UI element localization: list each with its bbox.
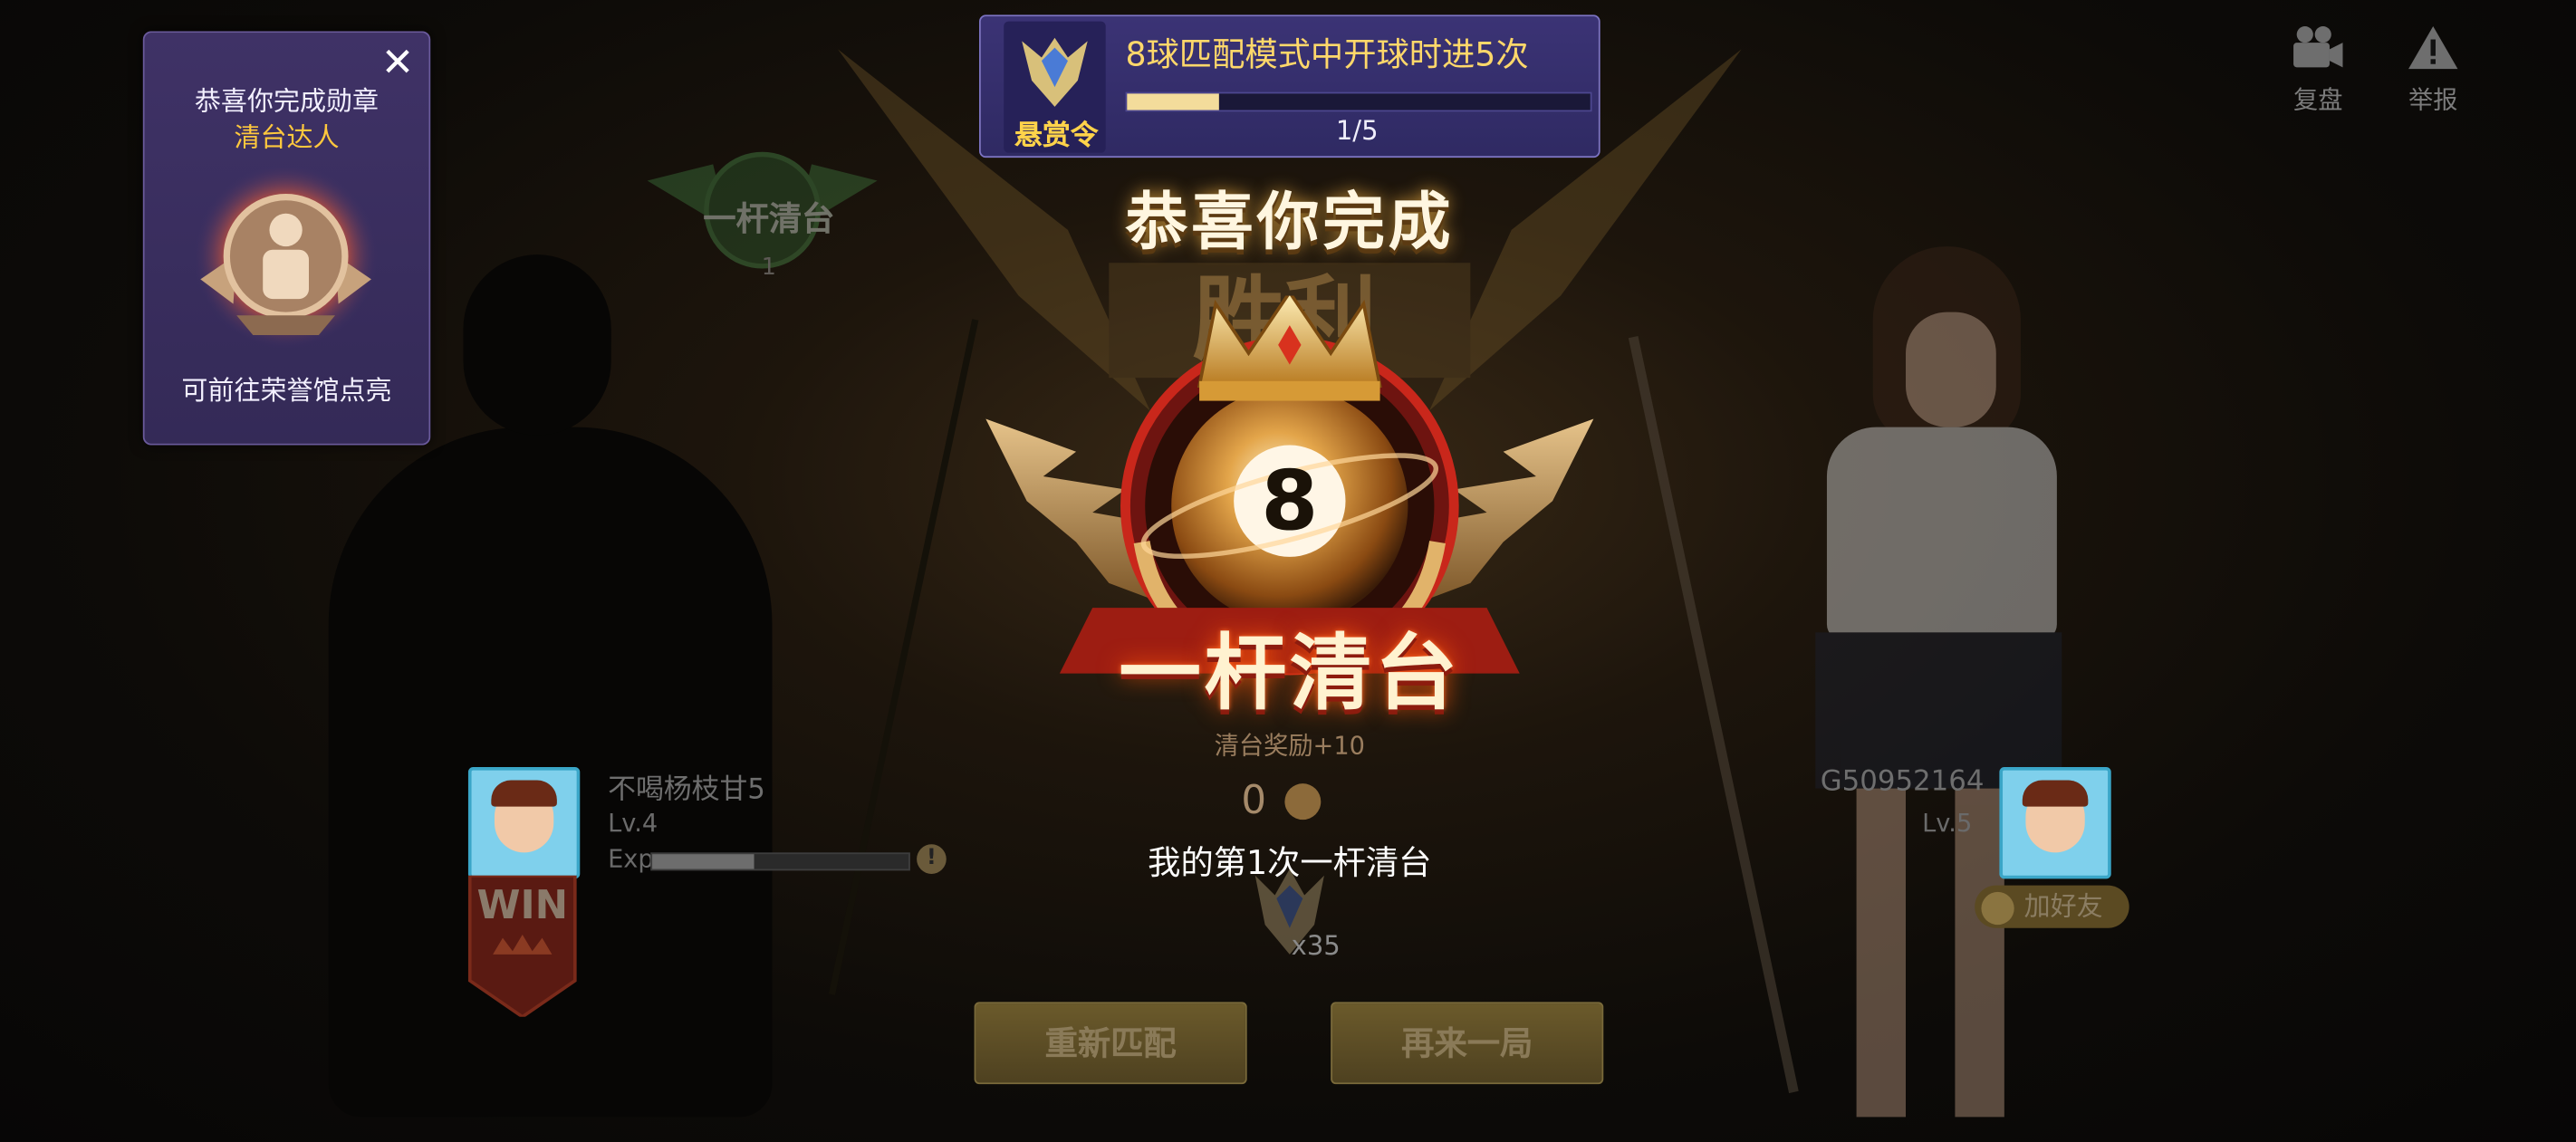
exp-info-icon[interactable]: ! (917, 844, 947, 874)
player-left-name: 不喝杨枝甘5 (608, 773, 765, 807)
close-icon[interactable]: ✕ (381, 43, 414, 82)
rank-shield-icon (1022, 37, 1088, 107)
bounty-title: 8球匹配模式中开球时进5次 (1125, 34, 1529, 74)
player-right-character (1791, 246, 2119, 1133)
medal-name: 清台达人 (234, 121, 340, 153)
bounty-task-panel[interactable]: 悬赏令 8球匹配模式中开球时进5次 1/5 (979, 14, 1600, 158)
player-right-avatar[interactable] (1999, 767, 2111, 879)
medal-complete-popup: ✕ 恭喜你完成勋章 清台达人 可前往荣誉馆点亮 (142, 31, 431, 446)
bounty-progress-fill (1127, 93, 1220, 110)
player-right-level: Lv.5 (1922, 808, 1973, 839)
medal-popup-message: 恭喜你完成勋章 (194, 85, 380, 117)
ball-number: 8 (1261, 453, 1319, 549)
reward-amount-value: 0 (1241, 776, 1267, 823)
bounty-tag: 悬赏令 (1014, 120, 1099, 153)
player-left-level: Lv.4 (608, 808, 658, 839)
player-left-head (463, 254, 611, 436)
player-left-exp-label: Exp (608, 844, 654, 874)
reward-amount: 0 (1216, 777, 1347, 823)
coin-icon (1285, 783, 1322, 821)
report-label: 举报 (2408, 85, 2458, 115)
play-again-button[interactable]: 再来一局 (1331, 1002, 1604, 1085)
rank-multiplier: x35 (1291, 929, 1341, 962)
one-clear-badge: 一杆清台 1 (647, 151, 878, 287)
player-right-name: G50952164 (1820, 765, 1985, 799)
win-label: WIN (476, 882, 569, 928)
video-camera-icon (2293, 26, 2343, 68)
add-friend-label: 加好友 (2023, 890, 2103, 922)
congrats-title: 恭喜你完成 (1125, 185, 1455, 258)
replay-label: 复盘 (2293, 85, 2343, 115)
report-button[interactable]: 举报 (2390, 23, 2475, 116)
player-left-exp-fill (652, 854, 755, 869)
one-clear-badge-count: 1 (761, 254, 776, 282)
bounty-progress-text: 1/5 (1335, 114, 1379, 147)
player-left-exp-bar (650, 852, 910, 871)
bounty-progress-bar (1125, 91, 1592, 112)
medal-emblem-icon (194, 164, 379, 349)
warning-triangle-icon (2408, 26, 2458, 70)
right-cue-stick (1628, 335, 1799, 1094)
clear-reward-text: 清台奖励+10 (1214, 731, 1365, 761)
add-friend-button[interactable]: 加好友 (1975, 885, 2129, 928)
replay-button[interactable]: 复盘 (2275, 23, 2360, 116)
rematch-button[interactable]: 重新匹配 (974, 1002, 1247, 1085)
medal-hint: 可前往荣誉馆点亮 (181, 374, 392, 407)
add-friend-icon (1981, 890, 2014, 925)
one-clear-badge-label: 一杆清台 (703, 198, 835, 239)
player-left-avatar[interactable] (467, 767, 581, 879)
game-result-screen: 胜利 复盘 举报 一杆清台 1 ✕ 恭喜你完 (0, 0, 2576, 1142)
achievement-title: 一杆清台 (1119, 626, 1461, 722)
